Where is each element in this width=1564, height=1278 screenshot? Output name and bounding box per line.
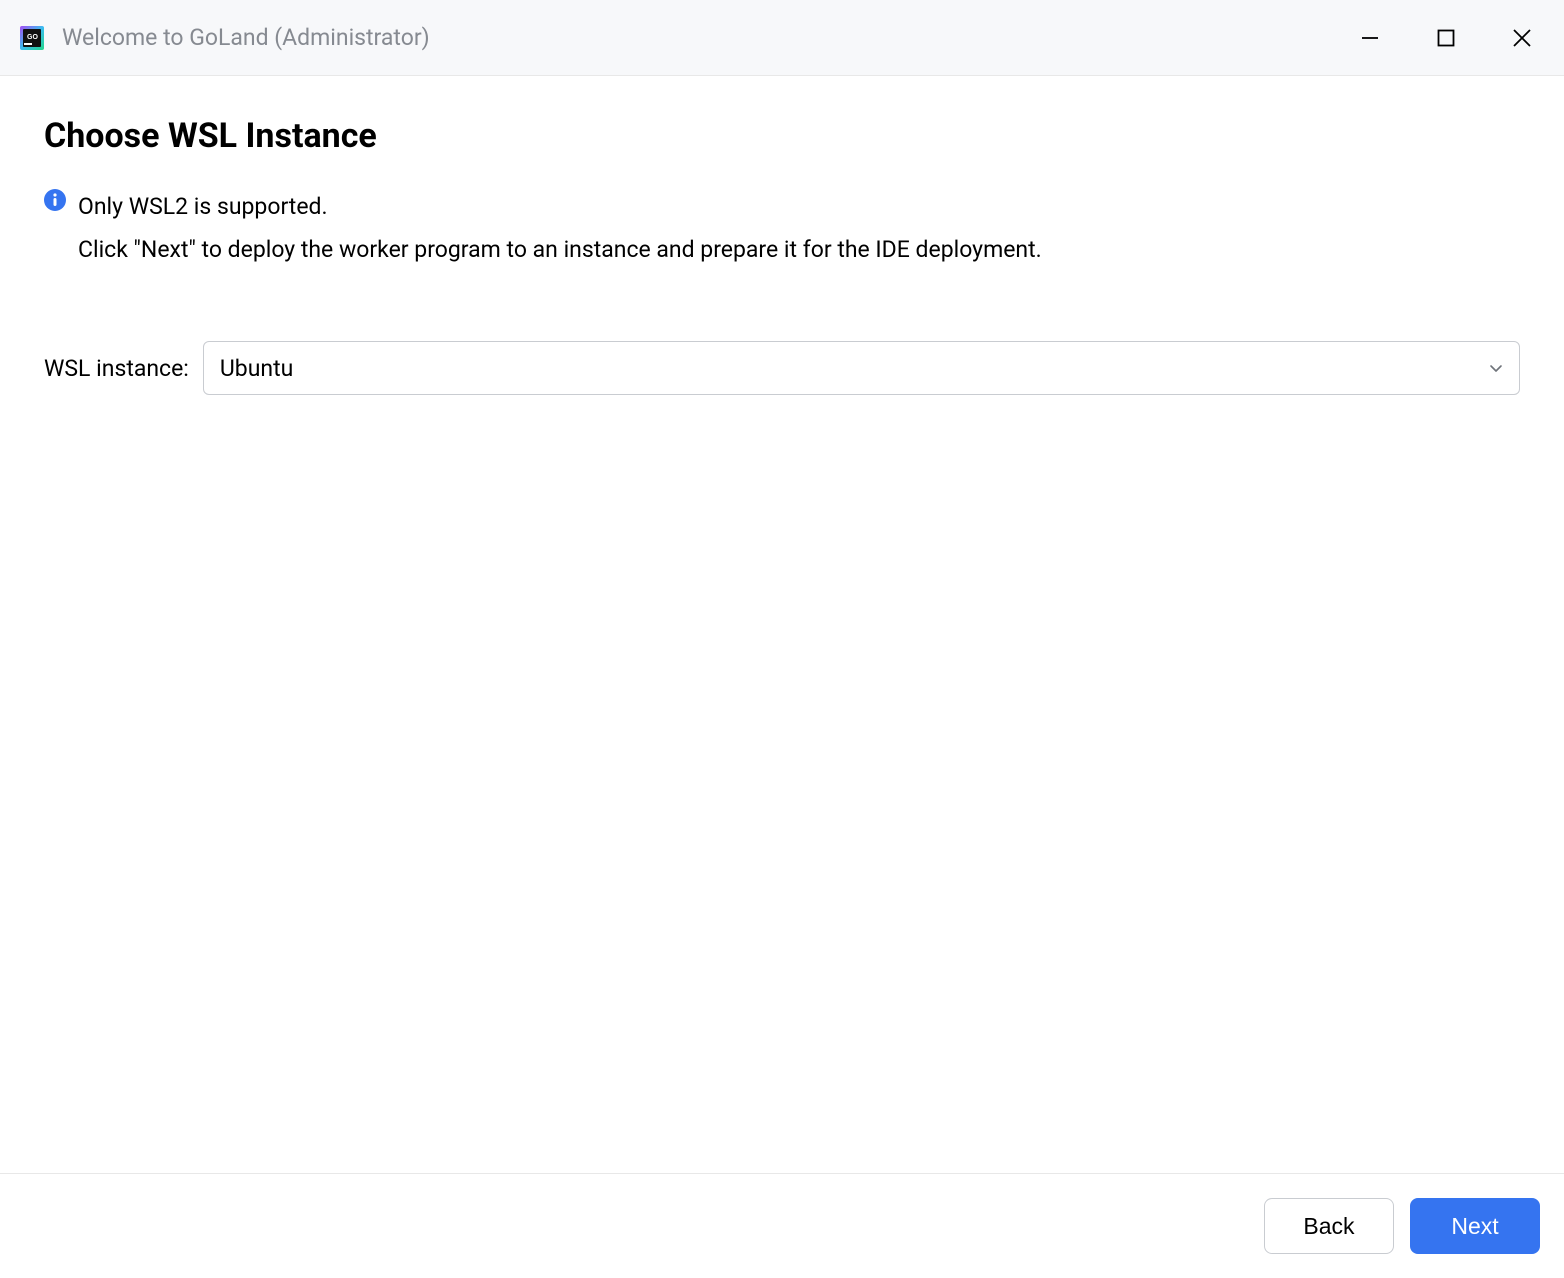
minimize-icon xyxy=(1361,29,1379,47)
close-button[interactable] xyxy=(1510,26,1534,50)
next-button[interactable]: Next xyxy=(1410,1198,1540,1254)
wsl-instance-label: WSL instance: xyxy=(44,355,189,382)
content-area: Choose WSL Instance Only WSL2 is support… xyxy=(0,76,1564,1173)
close-icon xyxy=(1512,28,1532,48)
wsl-instance-select[interactable]: Ubuntu xyxy=(203,341,1520,395)
back-button[interactable]: Back xyxy=(1264,1198,1394,1254)
info-line-1: Only WSL2 is supported. xyxy=(78,186,1042,229)
page-title: Choose WSL Instance xyxy=(44,116,1520,156)
wsl-form-row: WSL instance: Ubuntu xyxy=(44,341,1520,395)
window-controls xyxy=(1358,26,1546,50)
window-title: Welcome to GoLand (Administrator) xyxy=(62,24,1358,51)
wsl-selected-value: Ubuntu xyxy=(220,355,293,382)
maximize-icon xyxy=(1437,29,1455,47)
info-line-2: Click "Next" to deploy the worker progra… xyxy=(78,229,1042,272)
titlebar: GO Welcome to GoLand (Administrator) xyxy=(0,0,1564,76)
info-icon xyxy=(44,189,66,211)
info-block: Only WSL2 is supported. Click "Next" to … xyxy=(44,186,1520,271)
minimize-button[interactable] xyxy=(1358,26,1382,50)
footer: Back Next xyxy=(0,1173,1564,1278)
maximize-button[interactable] xyxy=(1434,26,1458,50)
svg-text:GO: GO xyxy=(27,34,38,41)
app-icon: GO xyxy=(18,24,46,52)
info-text: Only WSL2 is supported. Click "Next" to … xyxy=(78,186,1042,271)
wsl-select-wrapper: Ubuntu xyxy=(203,341,1520,395)
